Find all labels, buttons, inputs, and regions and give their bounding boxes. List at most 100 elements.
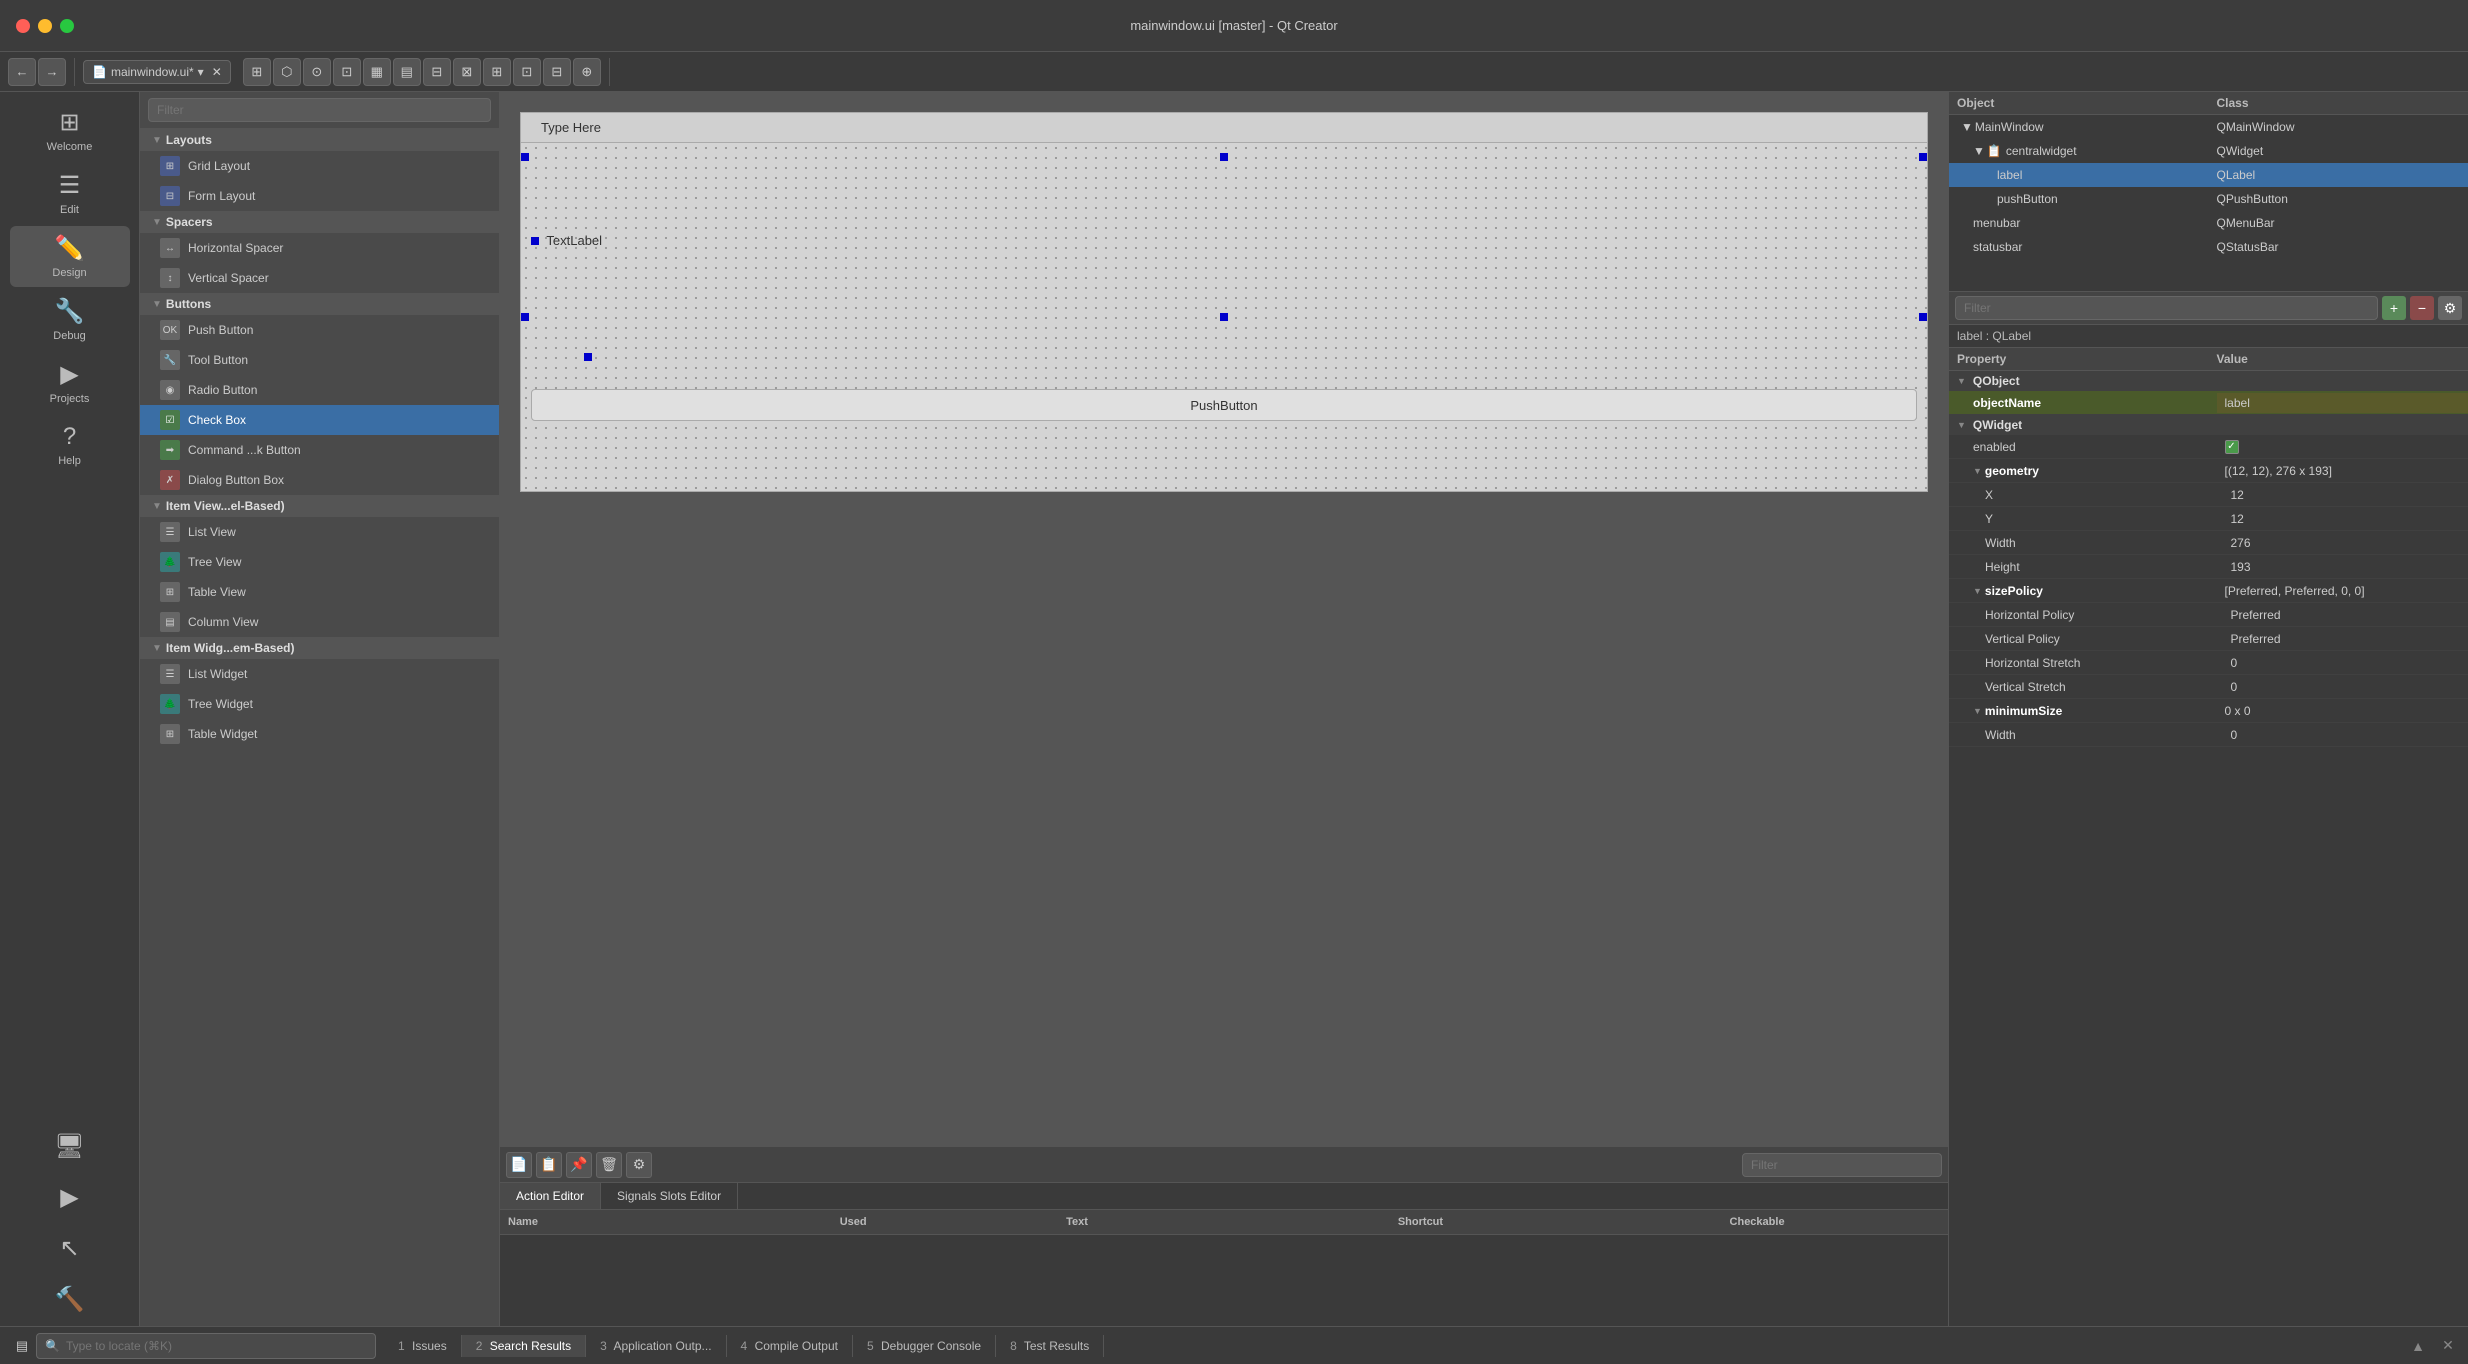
obj-row-menubar[interactable]: menubar QMenuBar (1949, 211, 2468, 235)
sidebar-item-projects[interactable]: ▶ Projects (10, 352, 130, 413)
prop-row-width[interactable]: Width 276 (1949, 531, 2468, 555)
text-label-widget[interactable]: TextLabel (531, 233, 602, 248)
prop-settings-btn[interactable]: ⚙ (2438, 296, 2462, 320)
obj-row-mainwindow[interactable]: ▼ MainWindow QMainWindow (1949, 115, 2468, 139)
status-close-btn[interactable]: ✕ (2436, 1334, 2460, 1358)
tool-6[interactable]: ▤ (393, 58, 421, 86)
prop-row-vstretch[interactable]: Vertical Stretch 0 (1949, 675, 2468, 699)
prop-row-objectname[interactable]: objectName label (1949, 391, 2468, 415)
status-tab-issues[interactable]: 1 Issues (384, 1335, 462, 1357)
obj-row-label[interactable]: label QLabel (1949, 163, 2468, 187)
widget-item-tree-view[interactable]: 🌲 Tree View (140, 547, 499, 577)
widget-item-grid-layout[interactable]: ⊞ Grid Layout (140, 151, 499, 181)
tool-12[interactable]: ⊕ (573, 58, 601, 86)
prop-row-hpolicy[interactable]: Horizontal Policy Preferred (1949, 603, 2468, 627)
category-spacers[interactable]: ▼ Spacers (140, 211, 499, 233)
label-handle-l[interactable] (531, 237, 539, 245)
prop-filter-input[interactable] (1955, 296, 2378, 320)
tool-10[interactable]: ⊡ (513, 58, 541, 86)
canvas-menu-bar[interactable]: Type Here (521, 113, 1927, 143)
form-canvas[interactable]: Type Here TextLabel PushButton (520, 112, 1928, 492)
minimize-button[interactable] (38, 19, 52, 33)
locate-input[interactable] (66, 1339, 367, 1353)
sidebar-item-wrench[interactable]: 🔨 (10, 1277, 130, 1326)
prop-add-btn[interactable]: + (2382, 296, 2406, 320)
widget-item-tree-widget[interactable]: 🌲 Tree Widget (140, 689, 499, 719)
widget-item-radio-button[interactable]: ◉ Radio Button (140, 375, 499, 405)
tool-4[interactable]: ⊡ (333, 58, 361, 86)
prop-remove-btn[interactable]: − (2410, 296, 2434, 320)
prop-row-vpolicy[interactable]: Vertical Policy Preferred (1949, 627, 2468, 651)
status-tab-test[interactable]: 8 Test Results (996, 1335, 1104, 1357)
canvas-menu-type-here[interactable]: Type Here (529, 116, 613, 139)
prop-row-hstretch[interactable]: Horizontal Stretch 0 (1949, 651, 2468, 675)
widget-item-vertical-spacer[interactable]: ↕ Vertical Spacer (140, 263, 499, 293)
tool-3[interactable]: ⊙ (303, 58, 331, 86)
obj-row-centralwidget[interactable]: ▼ 📋 centralwidget QWidget (1949, 139, 2468, 163)
widget-item-table-view[interactable]: ⊞ Table View (140, 577, 499, 607)
status-tab-debugger[interactable]: 5 Debugger Console (853, 1335, 996, 1357)
sidebar-item-cursor[interactable]: ↖ (10, 1226, 130, 1275)
sidebar-item-edit[interactable]: ☰ Edit (10, 163, 130, 224)
sidebar-item-design[interactable]: ✏️ Design (10, 226, 130, 287)
widget-item-list-widget[interactable]: ☰ List Widget (140, 659, 499, 689)
tab-signals-slots[interactable]: Signals Slots Editor (601, 1183, 738, 1209)
close-button[interactable] (16, 19, 30, 33)
ae-settings-btn[interactable]: ⚙ (626, 1152, 652, 1178)
ae-filter-input[interactable] (1742, 1153, 1942, 1177)
tool-8[interactable]: ⊠ (453, 58, 481, 86)
tool-1[interactable]: ⊞ (243, 58, 271, 86)
sidebar-item-play[interactable]: ▶ (10, 1175, 130, 1224)
label-handle-r[interactable] (584, 353, 592, 361)
widget-item-command-button[interactable]: ➡ Command ...k Button (140, 435, 499, 465)
locate-bar[interactable]: 🔍 (36, 1333, 376, 1359)
status-toggle-btn[interactable]: ▤ (8, 1332, 36, 1360)
prop-row-enabled[interactable]: enabled ✓ (1949, 435, 2468, 459)
tool-7[interactable]: ⊟ (423, 58, 451, 86)
forward-button[interactable]: → (38, 58, 66, 86)
handle-mr[interactable] (1919, 313, 1927, 321)
handle-tc[interactable] (1220, 153, 1228, 161)
prop-row-y[interactable]: Y 12 (1949, 507, 2468, 531)
handle-tl[interactable] (521, 153, 529, 161)
widget-item-table-widget[interactable]: ⊞ Table Widget (140, 719, 499, 749)
ae-new-btn[interactable]: 📄 (506, 1152, 532, 1178)
handle-ml[interactable] (521, 313, 529, 321)
maximize-button[interactable] (60, 19, 74, 33)
widget-item-check-box[interactable]: ☑ Check Box (140, 405, 499, 435)
ae-copy-btn[interactable]: 📋 (536, 1152, 562, 1178)
ae-delete-btn[interactable]: 🗑 (596, 1152, 622, 1178)
category-item-widgets[interactable]: ▼ Item Widg...em-Based) (140, 637, 499, 659)
obj-row-statusbar[interactable]: statusbar QStatusBar (1949, 235, 2468, 259)
obj-row-pushbutton[interactable]: pushButton QPushButton (1949, 187, 2468, 211)
tab-action-editor[interactable]: Action Editor (500, 1183, 601, 1209)
canvas-main[interactable]: Type Here TextLabel PushButton (500, 92, 1948, 1146)
widget-item-list-view[interactable]: ☰ List View (140, 517, 499, 547)
sidebar-item-monitor[interactable]: 🖥 (10, 1124, 130, 1173)
status-tab-search[interactable]: 2 Search Results (462, 1335, 586, 1357)
widget-item-column-view[interactable]: ▤ Column View (140, 607, 499, 637)
prop-row-sizepolicy[interactable]: ▼sizePolicy [Preferred, Preferred, 0, 0] (1949, 579, 2468, 603)
widget-filter-input[interactable] (148, 98, 491, 122)
status-up-btn[interactable]: ▲ (2406, 1334, 2430, 1358)
prop-row-height[interactable]: Height 193 (1949, 555, 2468, 579)
tool-9[interactable]: ⊞ (483, 58, 511, 86)
widget-item-tool-button[interactable]: 🔧 Tool Button (140, 345, 499, 375)
back-button[interactable]: ← (8, 58, 36, 86)
status-tab-appoutput[interactable]: 3 Application Outp... (586, 1335, 726, 1357)
close-file-icon[interactable]: ✕ (212, 65, 222, 79)
ae-paste-btn[interactable]: 📌 (566, 1152, 592, 1178)
sidebar-item-welcome[interactable]: ⊞ Welcome (10, 100, 130, 161)
category-item-views[interactable]: ▼ Item View...el-Based) (140, 495, 499, 517)
file-name-tab[interactable]: 📄 mainwindow.ui* ▾ ✕ (83, 60, 231, 84)
handle-mc[interactable] (1220, 313, 1228, 321)
sidebar-item-debug[interactable]: 🔧 Debug (10, 289, 130, 350)
tool-2[interactable]: ⬡ (273, 58, 301, 86)
push-button-widget[interactable]: PushButton (531, 389, 1917, 421)
category-layouts[interactable]: ▼ Layouts (140, 129, 499, 151)
prop-row-minimumsize[interactable]: ▼minimumSize 0 x 0 (1949, 699, 2468, 723)
widget-item-form-layout[interactable]: ⊟ Form Layout (140, 181, 499, 211)
prop-row-minwidth[interactable]: Width 0 (1949, 723, 2468, 747)
category-buttons[interactable]: ▼ Buttons (140, 293, 499, 315)
tool-5[interactable]: ▦ (363, 58, 391, 86)
